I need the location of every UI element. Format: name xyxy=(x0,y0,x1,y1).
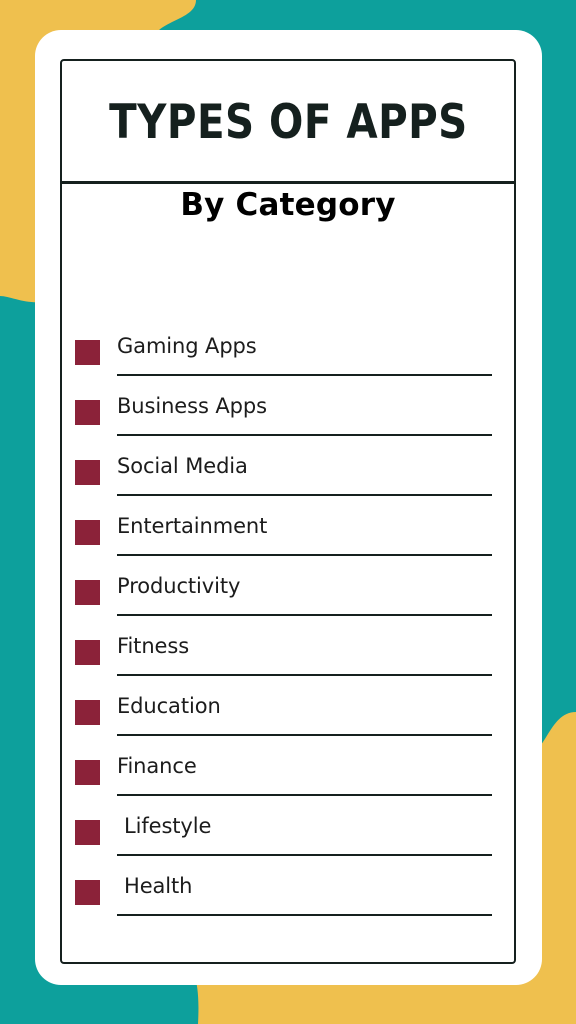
poster-subtitle: By Category xyxy=(180,187,395,224)
bullet-square-icon xyxy=(75,340,100,365)
bullet-square-icon xyxy=(75,760,100,785)
list-item[interactable]: Finance xyxy=(62,752,514,812)
list-item[interactable]: Social Media xyxy=(62,452,514,512)
category-list: Gaming Apps Business Apps Social Media E… xyxy=(62,332,514,932)
category-label: Finance xyxy=(117,754,197,778)
list-item[interactable]: Productivity xyxy=(62,572,514,632)
list-item[interactable]: Fitness xyxy=(62,632,514,692)
item-underline xyxy=(117,614,492,616)
list-item[interactable]: Lifestyle xyxy=(62,812,514,872)
category-label: Social Media xyxy=(117,454,248,478)
bullet-square-icon xyxy=(75,400,100,425)
bullet-square-icon xyxy=(75,700,100,725)
item-underline xyxy=(117,374,492,376)
subtitle-container: By Category xyxy=(62,187,514,224)
category-label: Fitness xyxy=(117,634,189,658)
content-frame: TYPES OF APPS By Category Gaming Apps Bu… xyxy=(60,59,516,964)
list-item[interactable]: Education xyxy=(62,692,514,752)
poster-header: TYPES OF APPS xyxy=(62,61,514,184)
category-label: Education xyxy=(117,694,221,718)
bullet-square-icon xyxy=(75,580,100,605)
list-item[interactable]: Gaming Apps xyxy=(62,332,514,392)
bullet-square-icon xyxy=(75,880,100,905)
list-item[interactable]: Entertainment xyxy=(62,512,514,572)
item-underline xyxy=(117,494,492,496)
category-label: Productivity xyxy=(117,574,240,598)
item-underline xyxy=(117,434,492,436)
item-underline xyxy=(117,734,492,736)
bullet-square-icon xyxy=(75,520,100,545)
category-label: Lifestyle xyxy=(124,814,211,838)
category-label: Business Apps xyxy=(117,394,267,418)
category-label: Entertainment xyxy=(117,514,267,538)
category-label: Gaming Apps xyxy=(117,334,257,358)
item-underline xyxy=(117,854,492,856)
item-underline xyxy=(117,554,492,556)
bullet-square-icon xyxy=(75,820,100,845)
page-title: TYPES OF APPS xyxy=(109,99,468,146)
item-underline xyxy=(117,914,492,916)
category-label: Health xyxy=(124,874,192,898)
item-underline xyxy=(117,794,492,796)
list-item[interactable]: Health xyxy=(62,872,514,932)
list-item[interactable]: Business Apps xyxy=(62,392,514,452)
item-underline xyxy=(117,674,492,676)
poster-canvas: TYPES OF APPS By Category Gaming Apps Bu… xyxy=(0,0,576,1024)
bullet-square-icon xyxy=(75,640,100,665)
bullet-square-icon xyxy=(75,460,100,485)
